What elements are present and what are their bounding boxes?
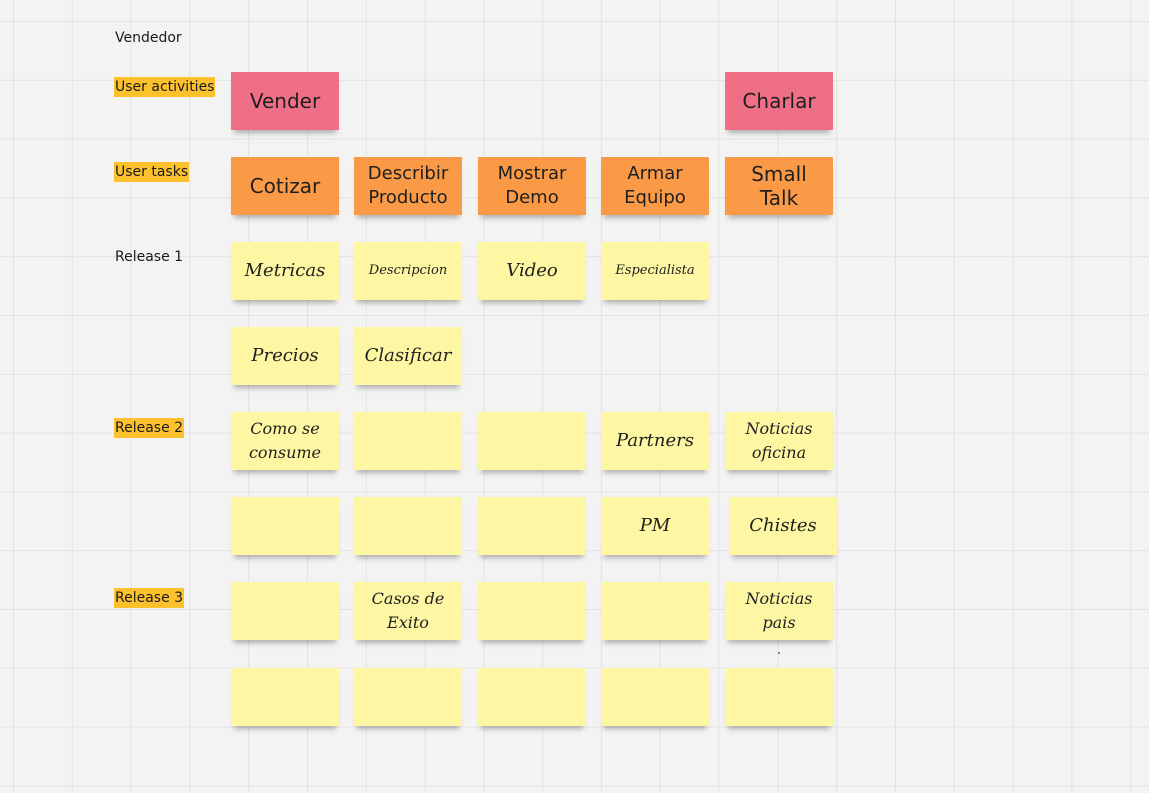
sticky-text: PM <box>639 515 671 536</box>
story-sticky-empty[interactable] <box>478 582 586 640</box>
story-sticky-precios[interactable]: Precios <box>231 327 339 385</box>
row-label-user-tasks[interactable]: User tasks <box>114 162 190 182</box>
activity-sticky-charlar[interactable]: Charlar <box>725 72 833 130</box>
sticky-text: Cotizar <box>249 174 321 198</box>
story-map-board[interactable]: Vendedor User activities User tasks Rele… <box>0 0 1149 793</box>
task-sticky-armar-equipo[interactable]: Armar Equipo <box>601 157 709 215</box>
sticky-text: Metricas <box>244 260 326 281</box>
sticky-text: Como se consume <box>248 419 322 462</box>
task-sticky-small-talk[interactable]: Small Talk <box>725 157 833 215</box>
task-sticky-mostrar-demo[interactable]: Mostrar Demo <box>478 157 586 215</box>
sticky-text: Casos de Exito <box>371 589 445 632</box>
story-sticky-clasificar[interactable]: Clasificar <box>354 327 462 385</box>
story-sticky-empty[interactable] <box>478 668 586 726</box>
story-sticky-casos-de-exito[interactable]: Casos de Exito <box>354 582 462 640</box>
sticky-text: Clasificar <box>364 345 452 366</box>
sticky-text: Mostrar Demo <box>497 163 567 208</box>
task-sticky-describir-producto[interactable]: Describir Producto <box>354 157 462 215</box>
sticky-text: Video <box>506 260 558 281</box>
sticky-text: Describir Producto <box>367 163 449 208</box>
story-sticky-partners[interactable]: Partners <box>601 412 709 470</box>
row-label-release-3[interactable]: Release 3 <box>114 588 185 608</box>
story-sticky-pm[interactable]: PM <box>601 497 709 555</box>
sticky-text: Noticias pais <box>745 589 813 632</box>
story-sticky-empty[interactable] <box>231 497 339 555</box>
sticky-text: Noticias oficina <box>745 419 813 462</box>
story-sticky-empty[interactable] <box>725 668 833 726</box>
story-sticky-chistes[interactable]: Chistes <box>729 497 837 555</box>
sticky-text: Small Talk <box>751 162 807 210</box>
story-sticky-empty[interactable] <box>601 668 709 726</box>
sticky-text: Vender <box>249 89 321 113</box>
sticky-text: Especialista <box>615 263 695 278</box>
story-sticky-noticias-oficina[interactable]: Noticias oficina <box>725 412 833 470</box>
story-sticky-noticias-pais[interactable]: Noticias pais <box>725 582 833 640</box>
persona-label[interactable]: Vendedor <box>114 28 183 48</box>
sticky-text: Charlar <box>742 89 816 113</box>
sticky-text: Armar Equipo <box>624 163 686 208</box>
sticky-text: Precios <box>251 345 319 366</box>
sticky-text: Partners <box>616 430 694 451</box>
sticky-text: Descripcion <box>368 263 448 278</box>
story-sticky-metricas[interactable]: Metricas <box>231 242 339 300</box>
story-sticky-empty[interactable] <box>231 668 339 726</box>
story-sticky-video[interactable]: Video <box>478 242 586 300</box>
story-sticky-empty[interactable] <box>478 412 586 470</box>
story-sticky-empty[interactable] <box>354 668 462 726</box>
story-sticky-como-se-consume[interactable]: Como se consume <box>231 412 339 470</box>
story-sticky-especialista[interactable]: Especialista <box>601 242 709 300</box>
story-sticky-empty[interactable] <box>354 497 462 555</box>
row-label-release-2[interactable]: Release 2 <box>114 418 185 438</box>
row-label-release-1[interactable]: Release 1 <box>114 247 184 267</box>
story-sticky-descripcion[interactable]: Descripcion <box>354 242 462 300</box>
sticky-text: Chistes <box>749 515 817 536</box>
row-label-user-activities[interactable]: User activities <box>114 77 216 97</box>
activity-sticky-vender[interactable]: Vender <box>231 72 339 130</box>
task-sticky-cotizar[interactable]: Cotizar <box>231 157 339 215</box>
story-sticky-empty[interactable] <box>478 497 586 555</box>
story-sticky-empty[interactable] <box>601 582 709 640</box>
story-sticky-empty[interactable] <box>354 412 462 470</box>
story-sticky-empty[interactable] <box>231 582 339 640</box>
stray-dot <box>778 652 780 654</box>
